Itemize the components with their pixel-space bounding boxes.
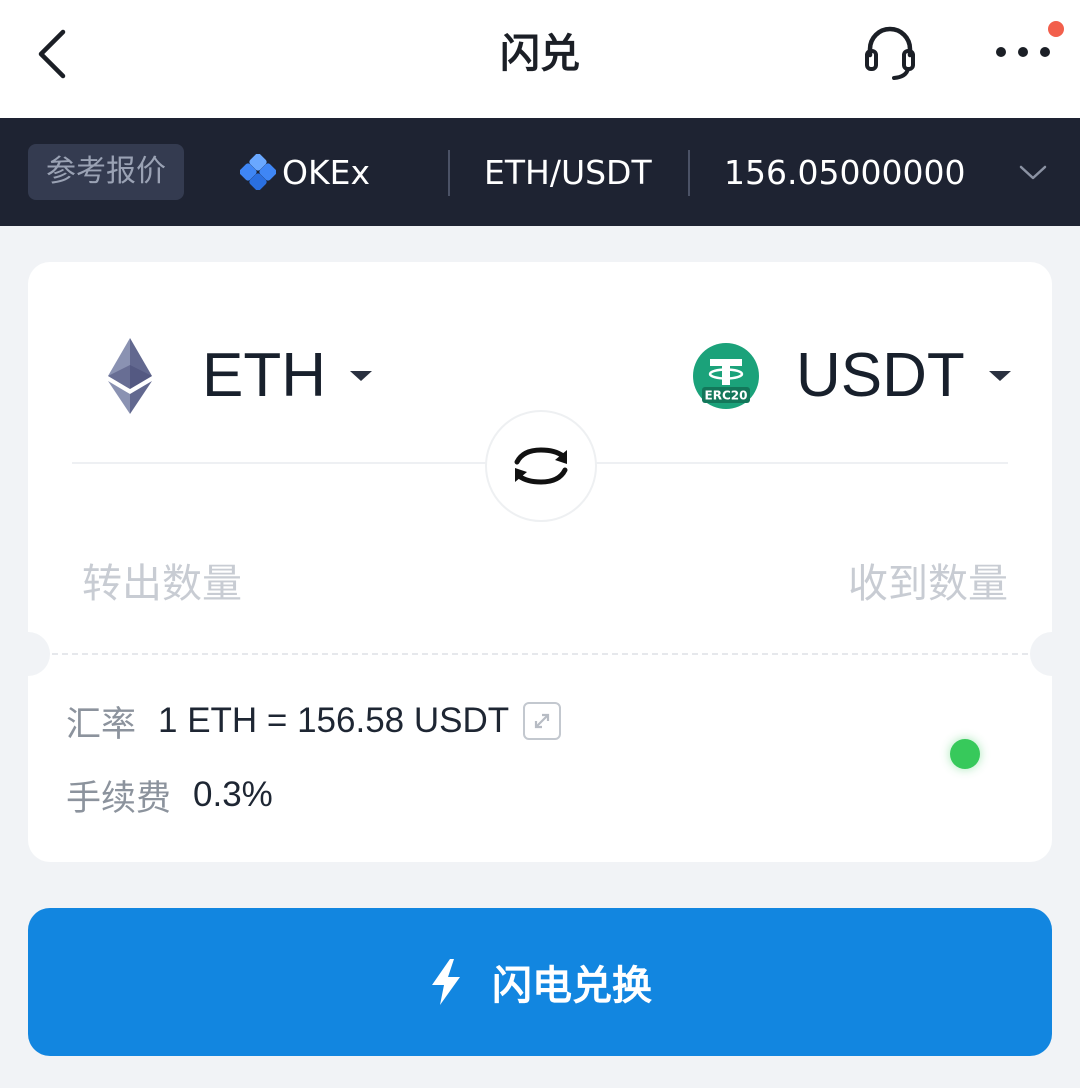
quote-expand-button[interactable] (1008, 158, 1058, 188)
dashed-divider (52, 653, 1028, 655)
tether-erc20-icon: ERC20 (693, 343, 759, 409)
swap-arrows-icon (514, 447, 568, 485)
swap-direction-button[interactable] (485, 410, 597, 522)
reference-quote-bar: 参考报价 OKEx ETH/USDT 156.05000000 (0, 118, 1080, 226)
card-notch (1030, 632, 1074, 676)
exchange-name: OKEx (282, 152, 370, 192)
more-menu-button[interactable] (988, 24, 1058, 80)
flash-exchange-button[interactable]: 闪电兑换 (28, 908, 1052, 1056)
more-dots-icon (996, 47, 1050, 57)
ethereum-icon (108, 338, 152, 414)
amount-out-input[interactable]: 转出数量 (82, 556, 242, 612)
fee-label: 手续费 (66, 778, 172, 819)
divider (448, 150, 450, 196)
from-token-selector[interactable]: ETH (72, 320, 372, 432)
headset-icon (865, 26, 915, 80)
amount-in-input[interactable]: 收到数量 (848, 556, 1008, 612)
to-token-symbol: USDT (796, 341, 965, 410)
rate-value: 1 ETH = 156.58 USDT (158, 701, 510, 740)
to-token-selector[interactable]: ERC20 USDT (692, 320, 1011, 432)
customer-support-button[interactable] (858, 20, 922, 84)
card-notch (6, 632, 50, 676)
exchange-rate-row: 汇率 1 ETH = 156.58 USDT (66, 696, 562, 746)
reference-quote-label: 参考报价 (28, 144, 184, 200)
expand-arrows-icon (535, 713, 550, 729)
reference-price: 156.05000000 (724, 153, 966, 192)
status-indicator (950, 739, 980, 769)
fee-value: 0.3% (193, 775, 273, 814)
from-token-symbol: ETH (202, 341, 326, 410)
notification-dot (1048, 21, 1064, 37)
erc20-badge-text: ERC20 (705, 389, 748, 403)
rate-detail-button[interactable] (523, 702, 562, 740)
divider (688, 150, 690, 196)
trading-pair: ETH/USDT (484, 153, 652, 192)
dropdown-caret-icon (988, 371, 1011, 381)
fee-row: 手续费 0.3% (66, 770, 273, 820)
lightning-icon (432, 959, 460, 1005)
flash-exchange-label: 闪电兑换 (492, 963, 652, 1009)
rate-label: 汇率 (66, 704, 137, 745)
top-bar: 闪兑 (0, 0, 1080, 118)
okex-logo-icon (240, 154, 276, 190)
exchange-source: OKEx (240, 150, 370, 194)
dropdown-caret-icon (350, 371, 372, 381)
chevron-down-icon (1019, 165, 1047, 180)
